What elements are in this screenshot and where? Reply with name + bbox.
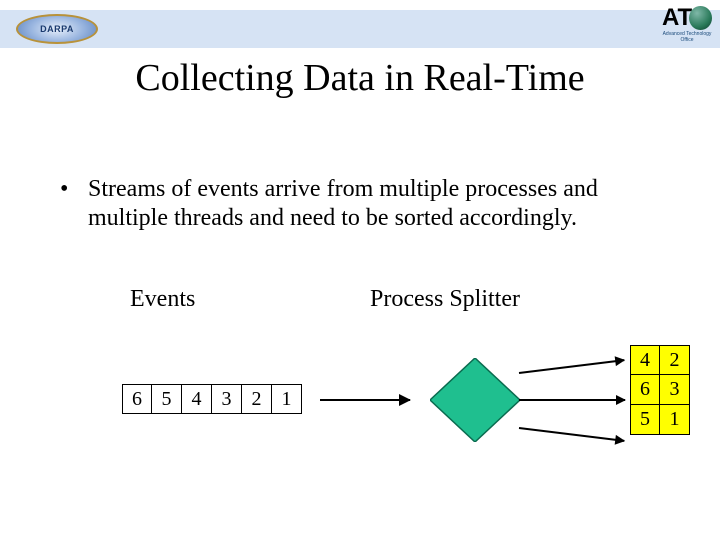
event-cell: 2 xyxy=(242,384,272,414)
label-events: Events xyxy=(130,286,195,313)
output-row: 4 2 xyxy=(630,345,690,375)
bullet-text: Streams of events arrive from multiple p… xyxy=(88,175,660,233)
arrow-out-2 xyxy=(519,399,625,401)
ato-logo-letters: AT xyxy=(662,6,712,30)
ato-logo-subtitle: Advanced Technology Office xyxy=(662,31,712,43)
label-process-splitter: Process Splitter xyxy=(370,286,520,313)
globe-icon xyxy=(689,6,712,30)
header-bar xyxy=(0,10,720,48)
event-cell: 3 xyxy=(212,384,242,414)
darpa-logo: DARPA xyxy=(16,14,98,44)
event-cell: 1 xyxy=(272,384,302,414)
events-row: 6 5 4 3 2 1 xyxy=(122,384,302,414)
arrow-out-3 xyxy=(519,427,624,442)
output-grid: 4 2 6 3 5 1 xyxy=(630,345,690,435)
event-cell: 5 xyxy=(152,384,182,414)
output-cell: 1 xyxy=(660,405,690,435)
event-cell: 4 xyxy=(182,384,212,414)
arrow-out-1 xyxy=(519,359,624,374)
event-cell: 6 xyxy=(122,384,152,414)
output-cell: 3 xyxy=(660,375,690,405)
ato-logo: AT Advanced Technology Office xyxy=(662,6,712,50)
bullet-dot: • xyxy=(60,175,88,233)
output-row: 5 1 xyxy=(630,405,690,435)
output-cell: 6 xyxy=(630,375,660,405)
slide-title: Collecting Data in Real-Time xyxy=(0,56,720,100)
splitter-diamond xyxy=(430,358,520,442)
output-cell: 5 xyxy=(630,405,660,435)
output-row: 6 3 xyxy=(630,375,690,405)
output-cell: 2 xyxy=(660,345,690,375)
darpa-logo-text: DARPA xyxy=(40,24,74,34)
bullet-block: • Streams of events arrive from multiple… xyxy=(60,175,660,233)
arrow-main xyxy=(320,399,410,401)
output-cell: 4 xyxy=(630,345,660,375)
